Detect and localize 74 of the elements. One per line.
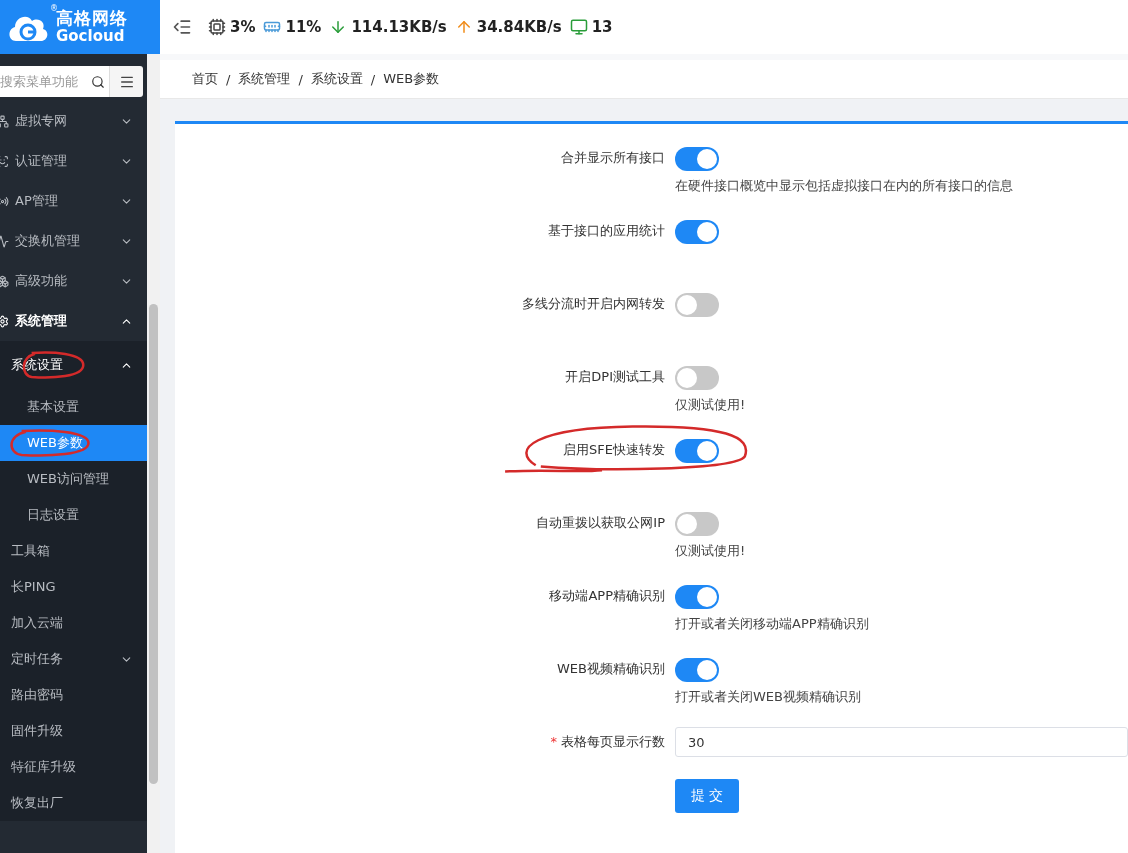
menu-label: 基本设置	[27, 398, 79, 416]
menu-item[interactable]: 长PING	[0, 569, 147, 605]
breadcrumb-separator: /	[226, 71, 231, 87]
field-label: * 表格每页显示行数	[549, 733, 665, 751]
menu-item[interactable]: 特征库升级	[0, 749, 147, 785]
menu-item[interactable]: 日志设置	[0, 497, 147, 533]
breadcrumb-link[interactable]: 系统管理	[238, 70, 291, 88]
breadcrumb-link[interactable]: 首页	[192, 70, 218, 88]
menu-label: WEB参数	[27, 434, 83, 452]
submit-button[interactable]: 提 交	[675, 779, 739, 813]
input-field[interactable]: 30	[675, 727, 1128, 757]
menu-label: 恢复出厂	[11, 794, 63, 812]
search-icon	[91, 74, 105, 89]
toggle-switch[interactable]	[675, 293, 719, 317]
menu-label: WEB访问管理	[27, 470, 109, 488]
field-label: 移动端APP精确识别	[548, 587, 665, 605]
stat-value: 3%	[230, 18, 256, 36]
menu-label: 特征库升级	[11, 758, 76, 776]
field-hint: 打开或者关闭WEB视频精确识别	[675, 688, 862, 706]
field-label: 合并显示所有接口	[560, 149, 665, 167]
menu-label: 交换机管理	[15, 232, 80, 250]
logo-name: 高格网络	[56, 10, 128, 27]
menu-item[interactable]: 工具箱	[0, 533, 147, 569]
menu-item[interactable]: 加入云端	[0, 605, 147, 641]
menu-label: 加入云端	[11, 614, 63, 632]
menu-label: 系统管理	[15, 312, 67, 330]
toggle-switch[interactable]	[675, 512, 719, 536]
toggle-switch[interactable]	[675, 658, 719, 682]
menu-item[interactable]: WEB参数	[0, 425, 147, 461]
toggle-switch[interactable]	[675, 439, 719, 463]
field-hint: 仅测试使用!	[675, 396, 747, 414]
toggle-switch[interactable]	[675, 220, 719, 244]
field-label: 多线分流时开启内网转发	[521, 295, 665, 313]
breadcrumb-link[interactable]: 系统设置	[310, 70, 363, 88]
stat-value: 11%	[285, 18, 322, 36]
stat-value: 34.84KB/s	[476, 18, 562, 36]
menu-label: 长PING	[11, 578, 56, 596]
menu-label: 认证管理	[15, 152, 67, 170]
stat-value: 13	[591, 18, 613, 36]
menu-item[interactable]: 基本设置	[0, 389, 147, 425]
menu-label: AP管理	[15, 192, 58, 210]
field-hint: 打开或者关闭移动端APP精确识别	[675, 615, 870, 633]
breadcrumb-separator: /	[370, 71, 376, 87]
menu-label: 路由密码	[11, 686, 63, 704]
toggle-switch[interactable]	[675, 366, 719, 390]
menu-label: 虚拟专网	[15, 112, 67, 130]
breadcrumb-separator: /	[298, 71, 303, 87]
scrollbar-thumb[interactable]	[149, 304, 158, 784]
field-label: 自动重拨以获取公网IP	[535, 514, 665, 532]
menu-item[interactable]: WEB访问管理	[0, 461, 147, 497]
monitor-icon	[569, 18, 588, 36]
menu-label: 固件升级	[11, 722, 63, 740]
menu-label: 高级功能	[15, 272, 67, 290]
menu-button[interactable]	[109, 66, 143, 97]
collapse-menu-icon[interactable]	[172, 17, 192, 37]
field-label: 基于接口的应用统计	[547, 222, 665, 240]
logo-subtitle: Gocloud	[56, 29, 126, 44]
menu-item[interactable]: 路由密码	[0, 677, 147, 713]
toggle-switch[interactable]	[675, 585, 719, 609]
menu-item[interactable]: 恢复出厂	[0, 785, 147, 821]
menu-label: 工具箱	[11, 542, 50, 560]
field-label: 开启DPI测试工具	[564, 368, 665, 386]
field-hint: 在硬件接口概览中显示包括虚拟接口在内的所有接口的信息	[675, 177, 1014, 195]
menu-item[interactable]: 固件升级	[0, 713, 147, 749]
cpu-icon	[208, 18, 226, 36]
menu-label: 定时任务	[11, 650, 63, 668]
stat-value: 114.13KB/s	[351, 18, 447, 36]
menu-item[interactable]: 定时任务	[0, 641, 147, 677]
toggle-switch[interactable]	[675, 147, 719, 171]
search-field[interactable]: 搜索菜单功能	[0, 66, 109, 97]
field-hint: 仅测试使用!	[675, 542, 747, 560]
field-label: WEB视频精确识别	[556, 660, 665, 678]
field-label: 启用SFE快速转发	[562, 441, 665, 459]
menu-label: 日志设置	[27, 506, 79, 524]
